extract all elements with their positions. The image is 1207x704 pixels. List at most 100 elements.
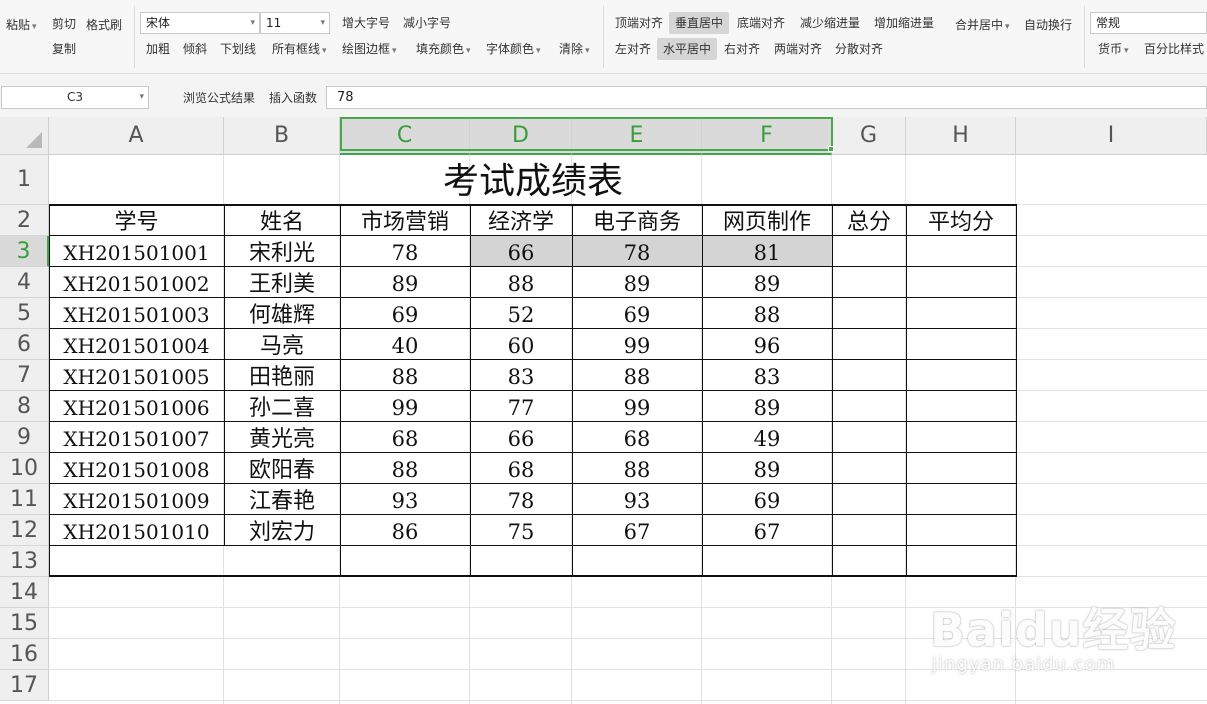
italic-button[interactable]: 倾斜	[177, 38, 213, 60]
cell-b11[interactable]: 江春艳	[224, 484, 340, 515]
header-cell-e2[interactable]: 电子商务	[572, 205, 702, 236]
decrease-indent-button[interactable]: 减少缩进量	[794, 12, 866, 34]
cell-b7[interactable]: 田艳丽	[224, 360, 340, 391]
align-center-button[interactable]: 水平居中	[657, 38, 718, 60]
cell-a7[interactable]: XH201501005	[49, 360, 224, 391]
cell-a12[interactable]: XH201501010	[49, 515, 224, 546]
draw-border-button[interactable]: 绘图边框 ▾	[336, 38, 403, 60]
cell-c4[interactable]: 89	[340, 267, 470, 298]
number-format-select[interactable]: 常规	[1090, 12, 1207, 34]
underline-button[interactable]: 下划线	[214, 38, 262, 60]
cell-d11[interactable]: 78	[470, 484, 572, 515]
cell-e6[interactable]: 99	[572, 329, 702, 360]
cell-f3[interactable]: 81	[702, 236, 832, 267]
cell-d3[interactable]: 66	[470, 236, 572, 267]
column-header-b[interactable]: B	[224, 117, 340, 155]
row-header-6[interactable]: 6	[0, 329, 49, 360]
cell-c9[interactable]: 68	[340, 422, 470, 453]
column-header-c[interactable]: C	[340, 117, 470, 155]
cell-b5[interactable]: 何雄辉	[224, 298, 340, 329]
header-cell-g2[interactable]: 总分	[832, 205, 906, 236]
column-header-a[interactable]: A	[49, 117, 224, 155]
align-left-button[interactable]: 左对齐	[609, 38, 657, 60]
align-right-button[interactable]: 右对齐	[718, 38, 766, 60]
merge-center-button[interactable]: 合并居中 ▾	[949, 14, 1016, 36]
cell-e12[interactable]: 67	[572, 515, 702, 546]
cell-b6[interactable]: 马亮	[224, 329, 340, 360]
cell-e7[interactable]: 88	[572, 360, 702, 391]
cell-f7[interactable]: 83	[702, 360, 832, 391]
cell-c7[interactable]: 88	[340, 360, 470, 391]
name-box[interactable]: C3 ▾	[1, 86, 149, 109]
cell-c12[interactable]: 86	[340, 515, 470, 546]
row-header-17[interactable]: 17	[0, 670, 49, 701]
row-header-2[interactable]: 2	[0, 205, 49, 236]
header-cell-h2[interactable]: 平均分	[906, 205, 1016, 236]
row-header-12[interactable]: 12	[0, 515, 49, 546]
cell-d10[interactable]: 68	[470, 453, 572, 484]
cell-c8[interactable]: 99	[340, 391, 470, 422]
font-color-button[interactable]: 字体颜色 ▾	[480, 38, 547, 60]
cell-f12[interactable]: 67	[702, 515, 832, 546]
currency-button[interactable]: 货币 ▾	[1092, 38, 1135, 60]
column-header-d[interactable]: D	[470, 117, 572, 155]
select-all-corner[interactable]	[0, 117, 49, 155]
row-header-13[interactable]: 13	[0, 546, 49, 577]
header-cell-d2[interactable]: 经济学	[470, 205, 572, 236]
cell-e9[interactable]: 68	[572, 422, 702, 453]
cell-c3[interactable]: 78	[340, 236, 470, 267]
cell-c11[interactable]: 93	[340, 484, 470, 515]
percent-style-button[interactable]: 百分比样式	[1138, 38, 1207, 60]
column-header-h[interactable]: H	[906, 117, 1016, 155]
decrease-font-button[interactable]: 减小字号	[397, 12, 457, 34]
bold-button[interactable]: 加粗	[140, 38, 176, 60]
cell-b9[interactable]: 黄光亮	[224, 422, 340, 453]
row-header-16[interactable]: 16	[0, 639, 49, 670]
cell-d7[interactable]: 83	[470, 360, 572, 391]
fill-handle[interactable]	[828, 146, 834, 152]
cell-e3[interactable]: 78	[572, 236, 702, 267]
increase-indent-button[interactable]: 增加缩进量	[868, 12, 940, 34]
cell-d5[interactable]: 52	[470, 298, 572, 329]
cell-a11[interactable]: XH201501009	[49, 484, 224, 515]
cell-a6[interactable]: XH201501004	[49, 329, 224, 360]
all-borders-button[interactable]: 所有框线 ▾	[266, 38, 333, 60]
row-header-5[interactable]: 5	[0, 298, 49, 329]
cell-a9[interactable]: XH201501007	[49, 422, 224, 453]
cell-e11[interactable]: 93	[572, 484, 702, 515]
font-size-select[interactable]: 11 ▾	[260, 12, 330, 34]
cell-d12[interactable]: 75	[470, 515, 572, 546]
copy-button[interactable]: 复制	[46, 38, 82, 60]
align-distributed-button[interactable]: 分散对齐	[829, 38, 889, 60]
wrap-text-button[interactable]: 自动换行	[1018, 14, 1078, 36]
row-header-14[interactable]: 14	[0, 577, 49, 608]
row-header-7[interactable]: 7	[0, 360, 49, 391]
cell-b12[interactable]: 刘宏力	[224, 515, 340, 546]
header-cell-f2[interactable]: 网页制作	[702, 205, 832, 236]
cell-f8[interactable]: 89	[702, 391, 832, 422]
row-header-4[interactable]: 4	[0, 267, 49, 298]
column-header-g[interactable]: G	[832, 117, 906, 155]
cell-b8[interactable]: 孙二喜	[224, 391, 340, 422]
cell-b10[interactable]: 欧阳春	[224, 453, 340, 484]
row-header-8[interactable]: 8	[0, 391, 49, 422]
insert-function-button[interactable]: 插入函数	[269, 89, 317, 107]
formula-input[interactable]: 78	[326, 86, 1207, 109]
cell-f10[interactable]: 89	[702, 453, 832, 484]
cell-d9[interactable]: 66	[470, 422, 572, 453]
header-cell-c2[interactable]: 市场营销	[340, 205, 470, 236]
cell-e10[interactable]: 88	[572, 453, 702, 484]
increase-font-button[interactable]: 增大字号	[336, 12, 396, 34]
cell-f6[interactable]: 96	[702, 329, 832, 360]
format-painter-button[interactable]: 格式刷	[80, 14, 128, 36]
row-header-3[interactable]: 3	[0, 236, 49, 267]
cell-b4[interactable]: 王利美	[224, 267, 340, 298]
spreadsheet-grid[interactable]: ABCDEFGHI 1 2 3 4 5 6 7 8 9 10 11 12 13 14 15 16 17 考试成绩…	[0, 117, 1207, 704]
font-name-select[interactable]: 宋体 ▾	[140, 12, 260, 34]
cell-b3[interactable]: 宋利光	[224, 236, 340, 267]
cell-e8[interactable]: 99	[572, 391, 702, 422]
cell-a3[interactable]: XH201501001	[49, 236, 224, 267]
cell-f9[interactable]: 49	[702, 422, 832, 453]
header-cell-b2[interactable]: 姓名	[224, 205, 340, 236]
column-header-i[interactable]: I	[1016, 117, 1207, 155]
